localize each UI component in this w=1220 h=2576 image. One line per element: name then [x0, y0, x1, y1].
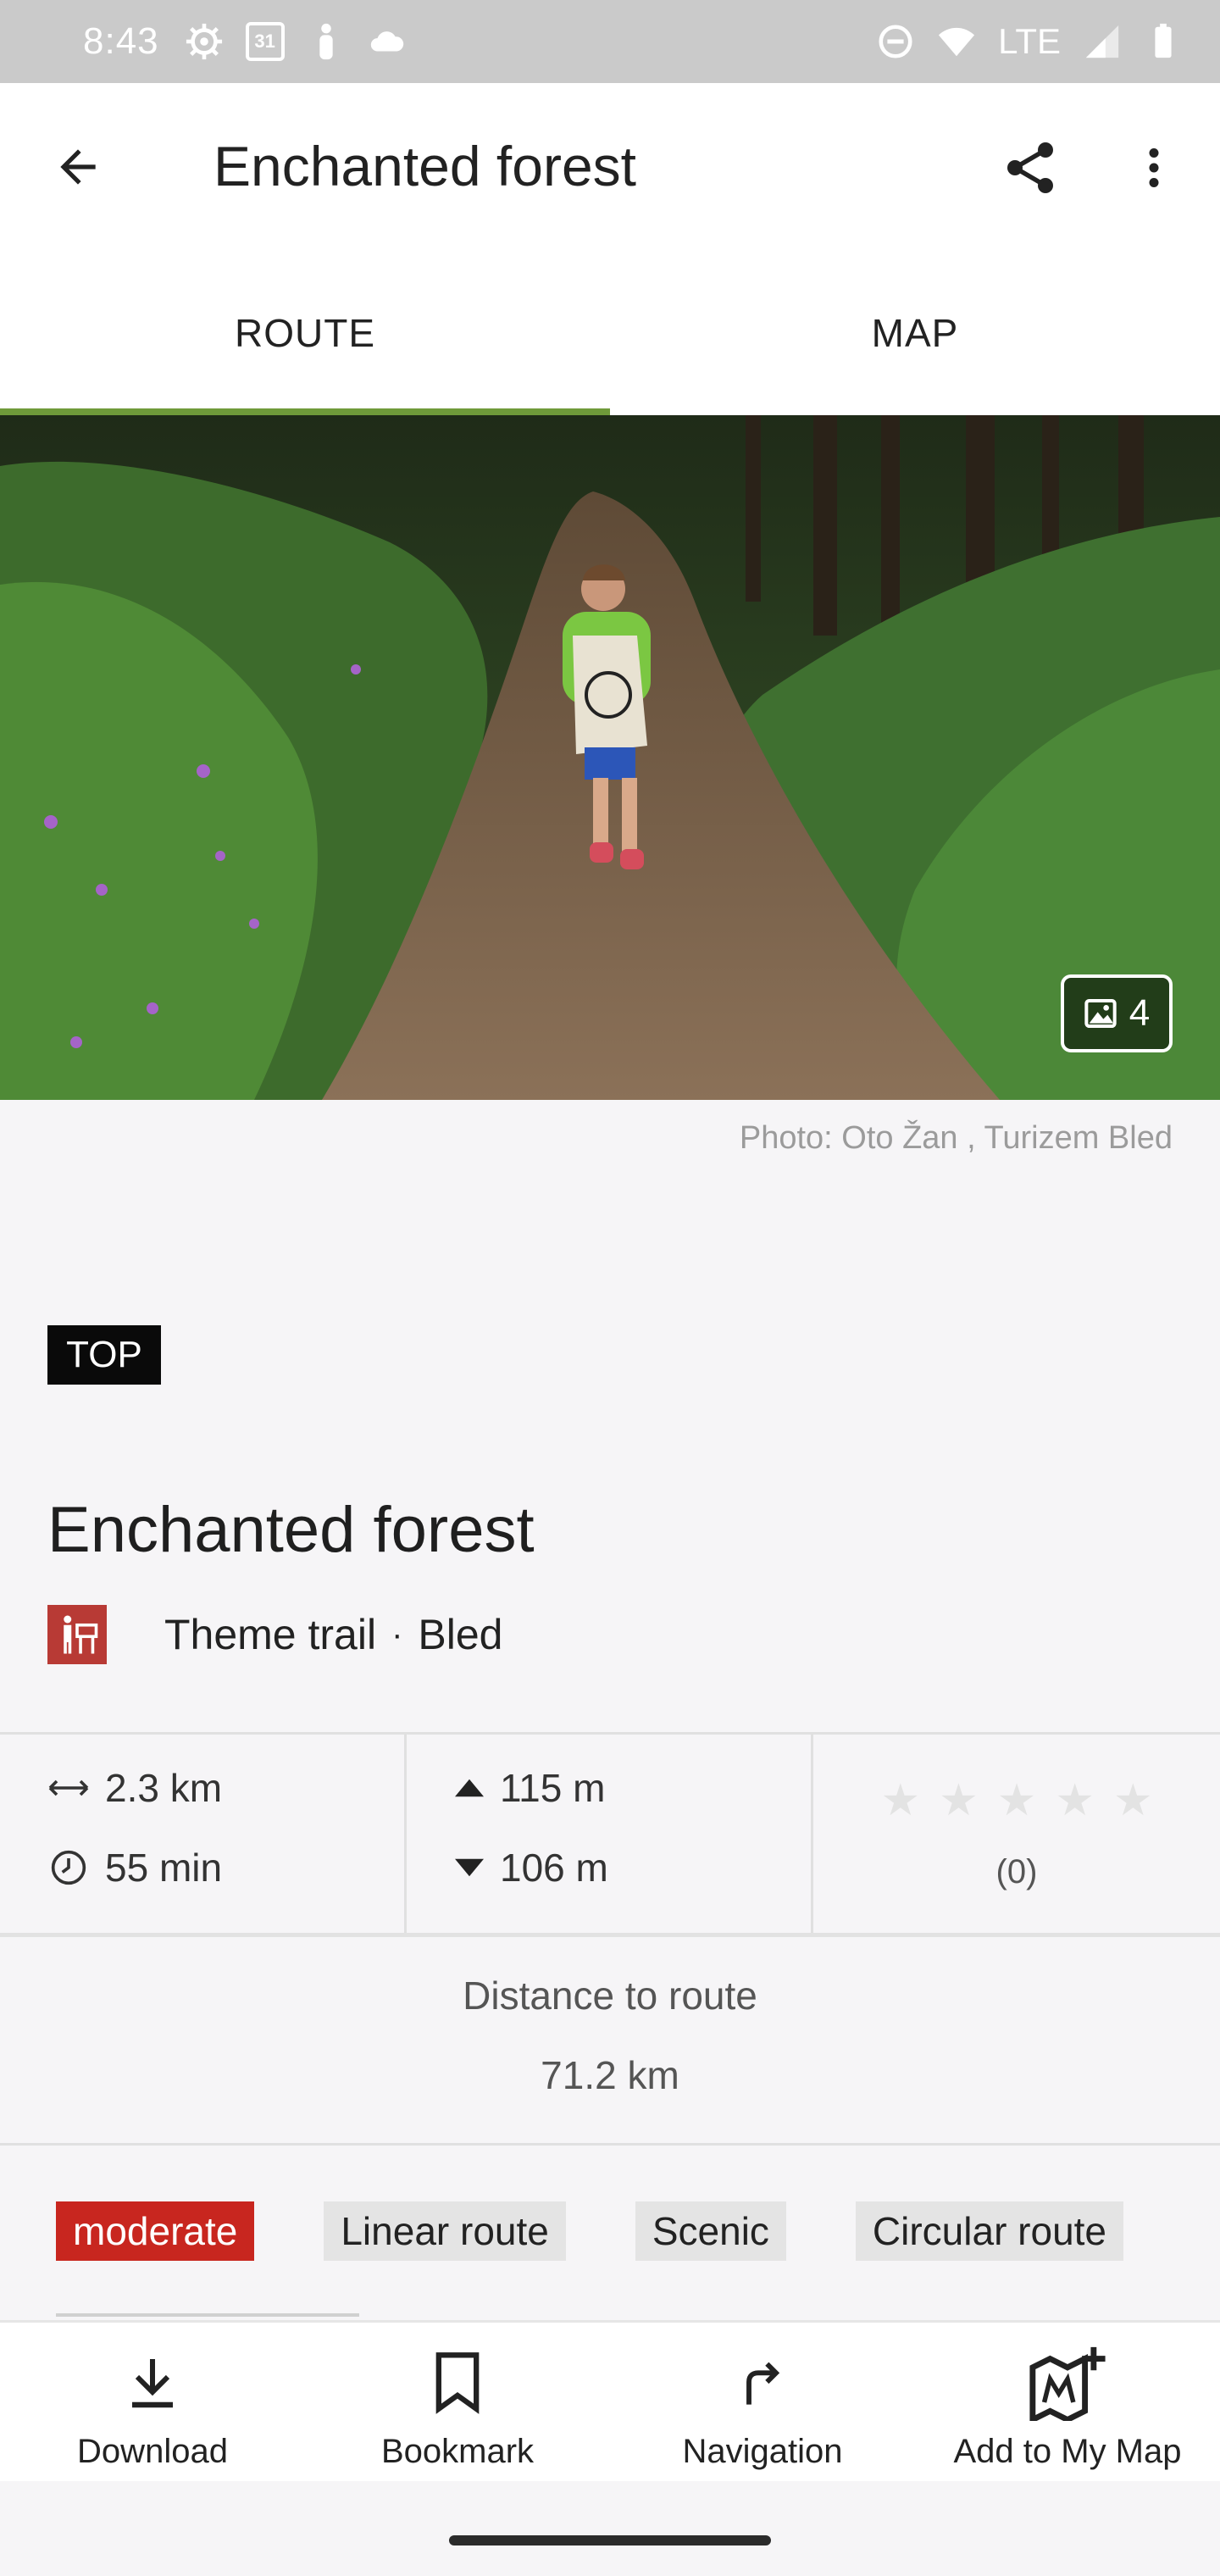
distance-to-route-label: Distance to route	[463, 1974, 757, 2018]
system-nav-area	[0, 2481, 1220, 2576]
home-indicator[interactable]	[449, 2535, 771, 2545]
back-button[interactable]	[44, 136, 112, 198]
tag-circular-route: Circular route	[855, 2201, 1124, 2261]
tag-scenic: Scenic	[635, 2201, 786, 2261]
download-label: Download	[77, 2433, 228, 2470]
do-not-disturb-icon	[879, 25, 912, 58]
gallery-count: 4	[1128, 992, 1151, 1034]
stats-elevation: 115 m 106 m	[407, 1735, 813, 1933]
more-options-button[interactable]	[1128, 134, 1179, 202]
download-icon	[120, 2348, 185, 2416]
add-to-map-icon	[1027, 2346, 1108, 2421]
distance-to-route: Distance to route 71.2 km	[0, 1939, 1220, 2146]
battery-icon	[1155, 23, 1172, 58]
tab-route[interactable]: ROUTE	[0, 251, 610, 415]
star-icon[interactable]: ★	[880, 1775, 920, 1826]
share-button[interactable]	[996, 134, 1064, 202]
app-bar: Enchanted forest	[0, 83, 1220, 251]
separator-dot: ·	[391, 1615, 403, 1653]
route-location: Bled	[418, 1611, 503, 1658]
distance-value: 2.3 km	[105, 1766, 223, 1810]
star-icon[interactable]: ★	[1055, 1775, 1095, 1826]
navigation-label: Navigation	[682, 2433, 843, 2470]
add-to-my-map-label: Add to My Map	[953, 2433, 1182, 2470]
status-time: 8:43	[83, 20, 159, 62]
arrow-back-icon	[60, 149, 96, 185]
share-icon	[1007, 142, 1053, 193]
gallery-count-button[interactable]: 4	[1061, 974, 1173, 1052]
route-tags: moderate Linear route Scenic Circular ro…	[56, 2201, 1124, 2261]
page-title: Enchanted forest	[214, 135, 636, 197]
descent-stat: 106 m	[454, 1845, 608, 1890]
category-row: Theme trail · Bled	[47, 1605, 502, 1664]
theme-trail-icon	[47, 1605, 107, 1664]
download-button[interactable]: Download	[0, 2323, 305, 2484]
network-type: LTE	[998, 21, 1061, 61]
duration-value: 55 min	[105, 1846, 223, 1890]
photo-credit: Photo: Oto Žan , Turizem Bled	[739, 1120, 1173, 1156]
status-left-icons: 31	[185, 22, 407, 61]
bottom-action-bar: Download Bookmark Navigation Add to My M…	[0, 2320, 1220, 2481]
ascent-stat: 115 m	[454, 1765, 605, 1811]
tag-linear-route: Linear route	[324, 2201, 566, 2261]
rating-stars[interactable]: ★ ★ ★ ★ ★	[813, 1775, 1220, 1826]
descent-triangle-icon	[454, 1846, 485, 1889]
bookmark-label: Bookmark	[380, 2433, 535, 2470]
rating-count: (0)	[995, 1853, 1038, 1890]
bookmark-button[interactable]: Bookmark	[305, 2323, 610, 2484]
more-vert-icon	[1149, 148, 1159, 187]
signal-icon	[1085, 25, 1119, 58]
cloud-icon	[370, 31, 403, 52]
tab-bar: ROUTE MAP	[0, 251, 1220, 415]
calendar-icon: 31	[245, 22, 285, 61]
tag-difficulty: moderate	[56, 2201, 255, 2261]
bookmark-icon	[430, 2348, 485, 2416]
hero-photo[interactable]: 4	[0, 415, 1220, 1100]
star-icon[interactable]: ★	[1113, 1775, 1153, 1826]
image-icon	[1084, 999, 1117, 1028]
settings-icon	[186, 23, 222, 60]
forest-path-photo	[0, 415, 1220, 1100]
route-category: Theme trail	[164, 1611, 377, 1658]
tab-map[interactable]: MAP	[610, 251, 1220, 415]
hiker-icon	[319, 23, 333, 60]
route-title: Enchanted forest	[47, 1494, 535, 1566]
status-bar: 8:43 31 LTE	[0, 0, 1220, 83]
distance-stat: 2.3 km	[47, 1765, 222, 1811]
descent-value: 106 m	[500, 1846, 608, 1890]
ascent-value: 115 m	[500, 1766, 606, 1810]
wifi-icon	[938, 27, 975, 57]
distance-arrows-icon	[47, 1767, 90, 1809]
navigation-icon	[735, 2348, 790, 2416]
distance-to-route-value: 71.2 km	[541, 2053, 679, 2097]
divider	[56, 2313, 359, 2317]
star-icon[interactable]: ★	[939, 1775, 979, 1826]
duration-stat: 55 min	[47, 1845, 222, 1890]
stats-rating[interactable]: ★ ★ ★ ★ ★ (0)	[813, 1735, 1220, 1933]
status-right-icons: LTE	[876, 21, 1183, 62]
navigation-button[interactable]: Navigation	[610, 2323, 915, 2484]
route-stats: 2.3 km 55 min 115 m 106 m ★ ★ ★ ★ ★ (0)	[0, 1732, 1220, 1937]
top-badge: TOP	[47, 1325, 161, 1385]
add-to-my-map-button[interactable]: Add to My Map	[915, 2323, 1220, 2484]
ascent-triangle-icon	[454, 1767, 485, 1809]
star-icon[interactable]: ★	[997, 1775, 1037, 1826]
stats-distance-time: 2.3 km 55 min	[0, 1735, 407, 1933]
clock-icon	[47, 1846, 90, 1889]
